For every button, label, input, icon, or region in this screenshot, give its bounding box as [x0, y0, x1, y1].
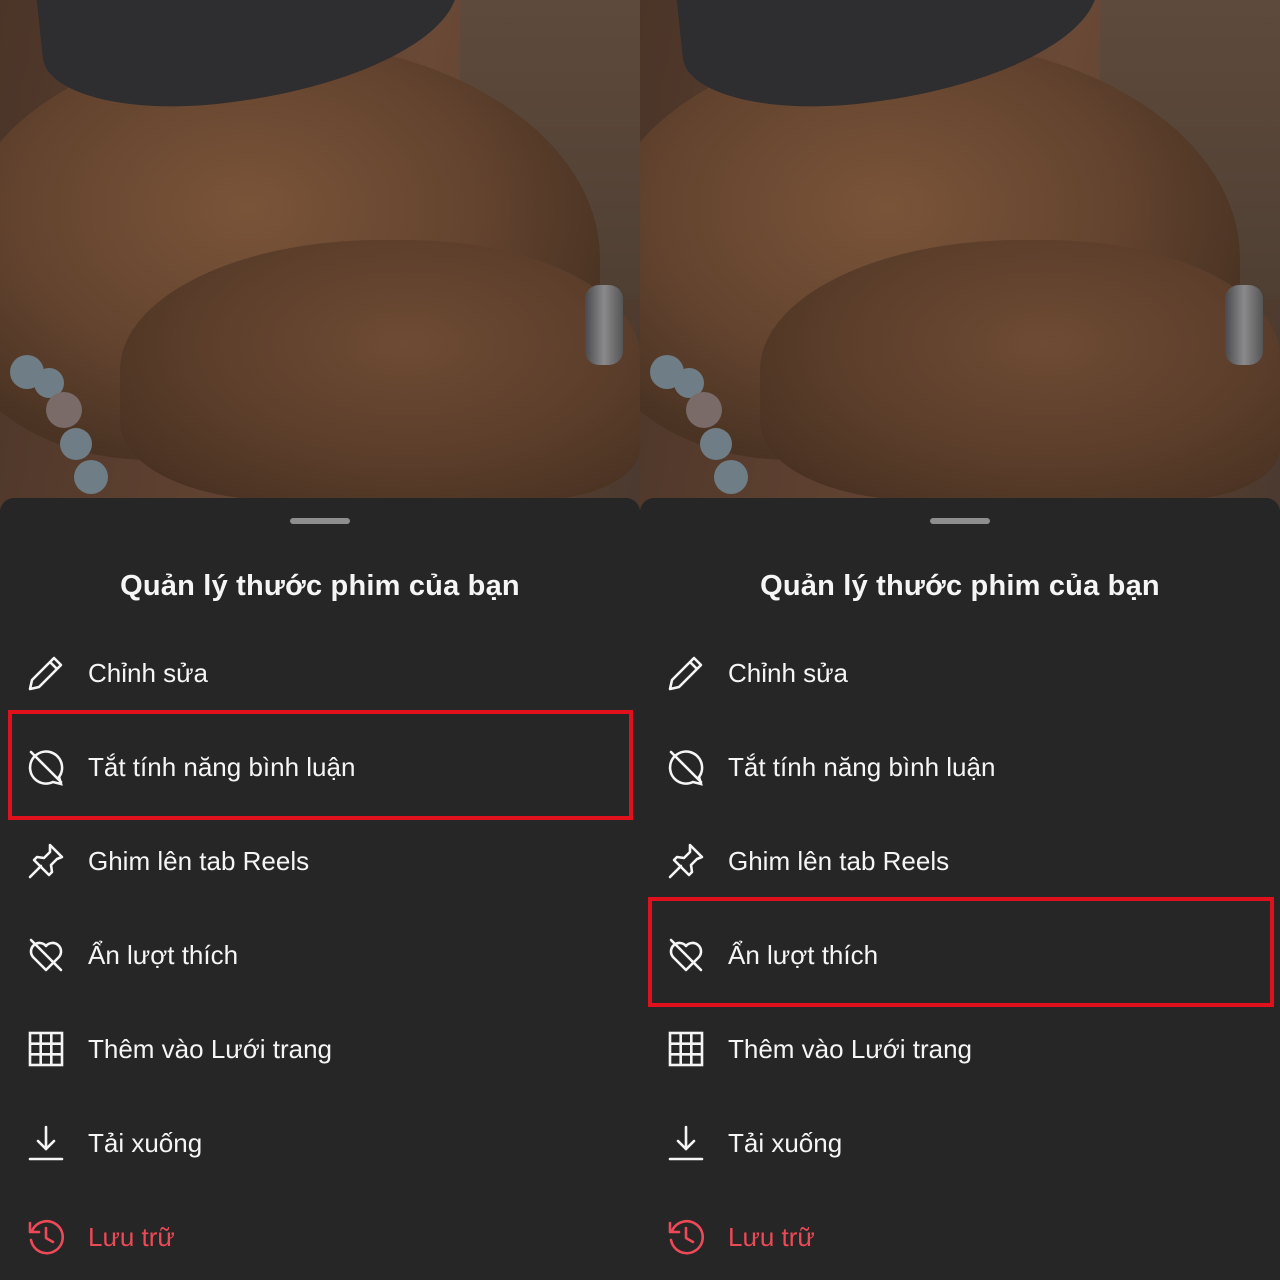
manage-reel-sheet: Quản lý thước phim của bạn Chỉnh sửa Tắt…	[0, 498, 640, 1280]
archive-menu-item[interactable]: Lưu trữ	[0, 1190, 640, 1280]
pin-icon	[666, 841, 706, 881]
archive-label: Lưu trữ	[728, 1221, 815, 1252]
archive-history-icon	[26, 1217, 66, 1257]
sheet-title: Quản lý thước phim của bạn	[760, 570, 1160, 602]
edit-menu-item[interactable]: Chỉnh sửa	[0, 626, 640, 720]
background-photo	[0, 0, 640, 520]
manage-reel-sheet: Quản lý thước phim của bạn Chỉnh sửa Tắt…	[640, 498, 1280, 1280]
background-photo	[640, 0, 1280, 520]
grid-icon	[26, 1029, 66, 1069]
pin-to-reels-menu-item[interactable]: Ghim lên tab Reels	[0, 814, 640, 908]
turn-off-comments-label: Tắt tính năng bình luận	[728, 751, 996, 782]
download-menu-item[interactable]: Tải xuống	[0, 1096, 640, 1190]
download-menu-item[interactable]: Tải xuống	[640, 1096, 1280, 1190]
edit-label: Chỉnh sửa	[88, 657, 209, 688]
edit-label: Chỉnh sửa	[728, 657, 849, 688]
turn-off-comments-menu-item[interactable]: Tắt tính năng bình luận	[640, 720, 1280, 814]
hide-likes-label: Ẩn lượt thích	[88, 939, 239, 970]
pin-to-reels-menu-item[interactable]: Ghim lên tab Reels	[640, 814, 1280, 908]
heart-off-icon	[26, 935, 66, 975]
add-to-grid-label: Thêm vào Lưới trang	[728, 1033, 973, 1064]
panel-left: Quản lý thước phim của bạn Chỉnh sửa Tắt…	[0, 0, 640, 1280]
download-icon	[26, 1123, 66, 1163]
pencil-icon	[666, 653, 706, 693]
add-to-grid-label: Thêm vào Lưới trang	[88, 1033, 333, 1064]
pin-to-reels-label: Ghim lên tab Reels	[728, 845, 950, 876]
panel-right: Quản lý thước phim của bạn Chỉnh sửa Tắt…	[640, 0, 1280, 1280]
grid-icon	[666, 1029, 706, 1069]
ring-photo-detail	[585, 285, 623, 365]
pin-to-reels-label: Ghim lên tab Reels	[88, 845, 310, 876]
turn-off-comments-menu-item[interactable]: Tắt tính năng bình luận	[0, 720, 640, 814]
comment-off-icon	[666, 747, 706, 787]
hide-likes-label: Ẩn lượt thích	[728, 939, 879, 970]
add-to-grid-menu-item[interactable]: Thêm vào Lưới trang	[0, 1002, 640, 1096]
sheet-drag-handle[interactable]	[930, 518, 990, 524]
archive-menu-item[interactable]: Lưu trữ	[640, 1190, 1280, 1280]
hide-likes-menu-item[interactable]: Ẩn lượt thích	[640, 908, 1280, 1002]
heart-off-icon	[666, 935, 706, 975]
pin-icon	[26, 841, 66, 881]
pencil-icon	[26, 653, 66, 693]
archive-label: Lưu trữ	[88, 1221, 175, 1252]
hide-likes-menu-item[interactable]: Ẩn lượt thích	[0, 908, 640, 1002]
add-to-grid-menu-item[interactable]: Thêm vào Lưới trang	[640, 1002, 1280, 1096]
archive-history-icon	[666, 1217, 706, 1257]
ring-photo-detail	[1225, 285, 1263, 365]
edit-menu-item[interactable]: Chỉnh sửa	[640, 626, 1280, 720]
turn-off-comments-label: Tắt tính năng bình luận	[88, 751, 356, 782]
sheet-drag-handle[interactable]	[290, 518, 350, 524]
sheet-title: Quản lý thước phim của bạn	[120, 570, 520, 602]
comment-off-icon	[26, 747, 66, 787]
download-label: Tải xuống	[88, 1127, 203, 1158]
download-icon	[666, 1123, 706, 1163]
download-label: Tải xuống	[728, 1127, 843, 1158]
